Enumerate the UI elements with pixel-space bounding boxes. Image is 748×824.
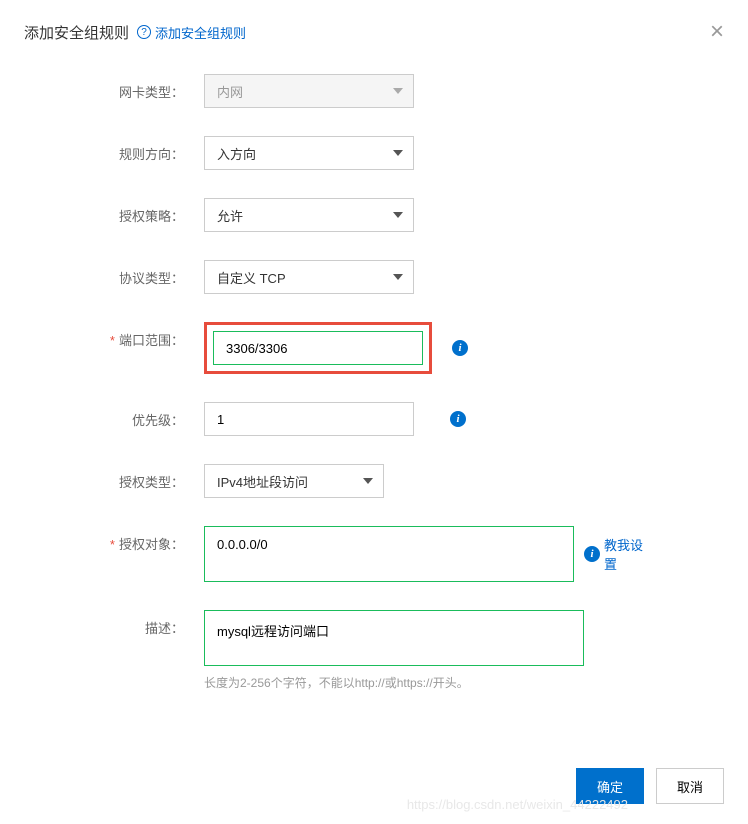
chevron-down-icon [393,212,403,218]
chevron-down-icon [393,150,403,156]
label-nic-type: 网卡类型： [84,74,204,101]
textarea-description[interactable] [204,610,584,666]
select-nic-type-value: 内网 [217,82,243,101]
dialog-title-wrap: 添加安全组规则 ? 添加安全组规则 [24,22,246,43]
row-description: 描述： 长度为2-256个字符，不能以http://或https://开头。 [84,610,664,691]
select-protocol[interactable]: 自定义 TCP [204,260,414,294]
form: 网卡类型： 内网 规则方向： 入方向 授权策略： 允许 [24,74,724,691]
label-description: 描述： [84,610,204,637]
label-port-range: *端口范围： [84,322,204,349]
select-policy[interactable]: 允许 [204,198,414,232]
select-protocol-value: 自定义 TCP [217,268,286,287]
chevron-down-icon [393,274,403,280]
dialog-subtitle-link[interactable]: ? 添加安全组规则 [137,23,246,42]
row-priority: 优先级： i [84,402,664,436]
close-icon[interactable]: × [710,20,724,44]
input-priority[interactable] [204,402,414,436]
chevron-down-icon [363,478,373,484]
info-icon[interactable]: i [450,411,466,427]
select-policy-value: 允许 [217,206,243,225]
row-auth-object: *授权对象： i 教我设置 [84,526,664,582]
label-protocol: 协议类型： [84,260,204,287]
select-direction[interactable]: 入方向 [204,136,414,170]
row-policy: 授权策略： 允许 [84,198,664,232]
hint-description: 长度为2-256个字符，不能以http://或https://开头。 [204,674,584,691]
row-nic-type: 网卡类型： 内网 [84,74,664,108]
help-icon: ? [137,25,151,39]
dialog-header: 添加安全组规则 ? 添加安全组规则 × [24,20,724,44]
label-direction: 规则方向： [84,136,204,163]
label-auth-object: *授权对象： [84,526,204,553]
label-policy: 授权策略： [84,198,204,225]
dialog-container: 添加安全组规则 ? 添加安全组规则 × 网卡类型： 内网 规则方向： 入方向 [0,0,748,739]
required-marker: * [110,537,115,552]
select-direction-value: 入方向 [217,144,256,163]
dialog-title: 添加安全组规则 [24,22,129,43]
required-marker: * [110,333,115,348]
cancel-button[interactable]: 取消 [656,768,724,804]
input-port-range[interactable] [213,331,423,365]
dialog-footer: 确定 取消 [576,768,724,804]
info-icon: i [584,546,600,562]
row-port-range: *端口范围： i [84,322,664,374]
port-range-highlight [204,322,432,374]
row-direction: 规则方向： 入方向 [84,136,664,170]
help-link-auth-object[interactable]: i 教我设置 [584,535,654,573]
dialog-subtitle: 添加安全组规则 [155,23,246,42]
confirm-button[interactable]: 确定 [576,768,644,804]
row-auth-type: 授权类型： IPv4地址段访问 [84,464,664,498]
chevron-down-icon [393,88,403,94]
row-protocol: 协议类型： 自定义 TCP [84,260,664,294]
select-auth-type[interactable]: IPv4地址段访问 [204,464,384,498]
label-priority: 优先级： [84,402,204,429]
info-icon[interactable]: i [452,340,468,356]
textarea-auth-object[interactable] [204,526,574,582]
select-auth-type-value: IPv4地址段访问 [217,472,308,491]
label-auth-type: 授权类型： [84,464,204,491]
select-nic-type: 内网 [204,74,414,108]
